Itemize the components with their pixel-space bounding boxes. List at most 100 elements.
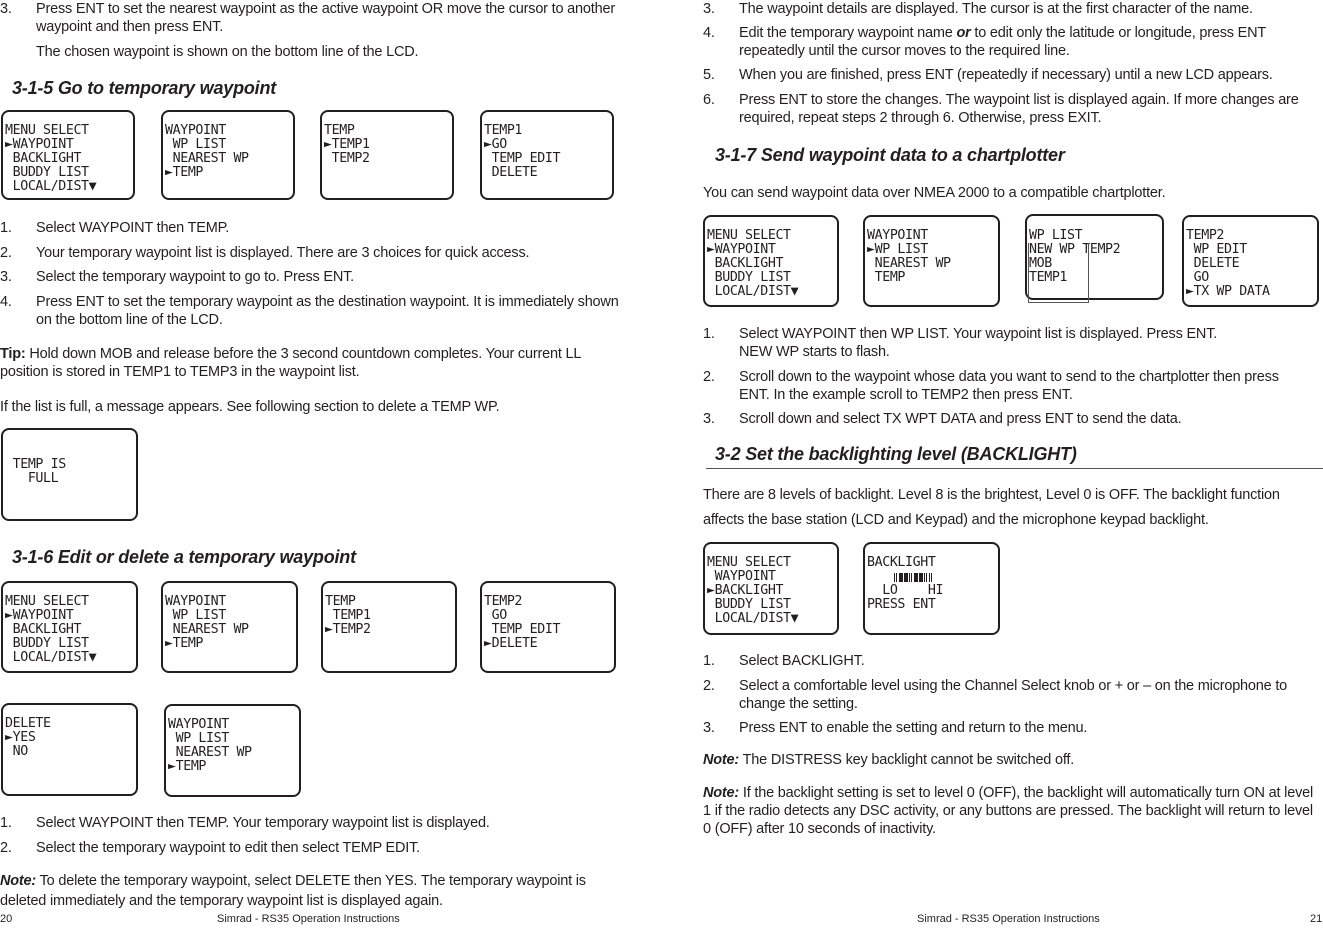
lcd-text: MENU SELECT WAYPOINT ►BACKLIGHT BUDDY LI… [707, 555, 799, 626]
lcd-screen: MENU SELECT ►WAYPOINT BACKLIGHT BUDDY LI… [703, 215, 839, 307]
step-number: 2. [0, 840, 12, 856]
note-text: To delete the temporary waypoint, select… [0, 873, 586, 909]
note-paragraph: Note: To delete the temporary waypoint, … [0, 871, 625, 911]
backlight-segment [919, 573, 923, 582]
step-text: Select WAYPOINT then TEMP. [36, 220, 230, 236]
note-text: If the backlight setting is set to level… [703, 785, 1314, 837]
tip-paragraph: Tip: Hold down MOB and release before th… [0, 345, 625, 381]
lcd-screen: DELETE ►YES NO [1, 703, 138, 796]
section-heading-3-1-5: 3-1-5 Go to temporary waypoint [12, 78, 277, 98]
step-text: Press ENT to set the nearest waypoint as… [36, 1, 615, 35]
step-text: Select BACKLIGHT. [739, 653, 865, 669]
emphasis: or [956, 25, 971, 41]
step-number: 1. [0, 220, 12, 236]
lcd-text: MENU SELECT ►WAYPOINT BACKLIGHT BUDDY LI… [5, 123, 97, 194]
step-number: 1. [703, 326, 715, 342]
step-number: 1. [703, 653, 715, 669]
lcd-screen: TEMP1 ►GO TEMP EDIT DELETE [480, 110, 614, 200]
step-number: 4. [0, 294, 12, 310]
backlight-segment [914, 573, 918, 582]
step-number: 3. [0, 269, 12, 285]
step-text: Select a comfortable level using the Cha… [739, 678, 1288, 712]
step-text-line: NEW WP starts to flash. [739, 344, 890, 360]
footer-title: Simrad - RS35 Operation Instructions [917, 913, 1100, 925]
note-label: Note: [0, 873, 37, 889]
lcd-screen: WAYPOINT WP LIST NEAREST WP ►TEMP [161, 581, 298, 673]
full-list-text: If the list is full, a message appears. … [0, 399, 500, 415]
lcd-text: WAYPOINT WP LIST NEAREST WP ►TEMP [168, 717, 252, 774]
step-number: 3. [703, 1, 715, 17]
page-number: 20 [0, 913, 13, 925]
list-selection-box [1028, 243, 1089, 303]
section-divider [706, 468, 1323, 469]
lcd-screen: WAYPOINT WP LIST NEAREST WP ►TEMP [161, 110, 295, 200]
step-number: 3. [703, 720, 715, 736]
step-text-part: Edit the temporary waypoint name [739, 25, 957, 41]
lcd-screen-temp-full: TEMP IS FULL [1, 428, 138, 521]
step-number: 3. [0, 1, 12, 17]
lcd-screen-wp-list: WP LIST NEW WP TEMP2 MOB TEMP1 [1025, 214, 1164, 303]
step-number: 6. [703, 92, 715, 108]
step-text: Scroll down and select TX WPT DATA and p… [739, 411, 1182, 427]
lcd-text: WAYPOINT WP LIST NEAREST WP ►TEMP [165, 594, 249, 651]
lcd-text: WAYPOINT WP LIST NEAREST WP ►TEMP [165, 123, 249, 180]
step-text: Press ENT to set the temporary waypoint … [36, 294, 619, 328]
footer-title: Simrad - RS35 Operation Instructions [217, 913, 400, 925]
intro-note: The chosen waypoint is shown on the bott… [36, 44, 419, 60]
step-text: Press ENT to enable the setting and retu… [739, 720, 1088, 736]
step-number: 1. [0, 815, 12, 831]
lcd-text: TEMP2 WP EDIT DELETE GO ►TX WP DATA [1186, 228, 1270, 299]
section-heading-3-1-6: 3-1-6 Edit or delete a temporary waypoin… [12, 547, 356, 567]
section-heading-3-2: 3-2 Set the backlighting level (BACKLIGH… [715, 444, 1077, 464]
lcd-text: TEMP TEMP1 ►TEMP2 [325, 594, 371, 637]
lcd-screen: TEMP ►TEMP1 TEMP2 [320, 110, 454, 200]
lcd-text: TEMP ►TEMP1 TEMP2 [324, 123, 370, 166]
lcd-text: TEMP1 ►GO TEMP EDIT DELETE [484, 123, 561, 180]
note-paragraph: Note: The DISTRESS key backlight cannot … [703, 751, 1074, 769]
step-number: 5. [703, 67, 715, 83]
lcd-screen: WAYPOINT WP LIST NEAREST WP ►TEMP [164, 704, 301, 797]
backlight-segment [899, 573, 903, 582]
step-text: Your temporary waypoint list is displaye… [36, 245, 530, 261]
lcd-text: TEMP IS FULL [12, 457, 67, 486]
step-number: 3. [703, 411, 715, 427]
backlight-segment [909, 573, 913, 582]
lcd-text: DELETE ►YES NO [5, 716, 51, 759]
lcd-screen: MENU SELECT ►WAYPOINT BACKLIGHT BUDDY LI… [1, 110, 135, 200]
lcd-screen-backlight: BACKLIGHT LO HI PRESS ENT [863, 542, 1000, 635]
step-text: Select the temporary waypoint to go to. … [36, 269, 355, 285]
step-text: Edit the temporary waypoint name or to e… [739, 24, 1323, 60]
step-text: Select WAYPOINT then TEMP. Your temporar… [36, 815, 490, 831]
step-text-line: Select WAYPOINT then WP LIST. Your waypo… [739, 326, 1218, 342]
lcd-screen: TEMP2 WP EDIT DELETE GO ►TX WP DATA [1182, 215, 1319, 307]
page-number: 21 [1310, 913, 1323, 925]
step-number: 4. [703, 25, 715, 41]
backlight-segment [894, 573, 898, 582]
lcd-text: MENU SELECT ►WAYPOINT BACKLIGHT BUDDY LI… [5, 594, 97, 665]
section-intro-line: There are 8 levels of backlight. Level 8… [703, 487, 1280, 503]
tip-label: Tip: [0, 346, 26, 362]
step-text: The waypoint details are displayed. The … [739, 1, 1253, 17]
lcd-screen: TEMP2 GO TEMP EDIT ►DELETE [480, 581, 616, 673]
note-paragraph: Note: If the backlight setting is set to… [703, 784, 1315, 838]
lcd-screen: WAYPOINT ►WP LIST NEAREST WP TEMP [863, 215, 1000, 307]
step-number: 2. [703, 678, 715, 694]
step-text: Scroll down to the waypoint whose data y… [739, 369, 1279, 403]
note-label: Note: [703, 785, 740, 801]
section-heading-3-1-7: 3-1-7 Send waypoint data to a chartplott… [715, 145, 1065, 165]
backlight-segment [929, 573, 933, 582]
step-text: Select WAYPOINT then WP LIST. Your waypo… [739, 325, 1323, 361]
lcd-text: MENU SELECT ►WAYPOINT BACKLIGHT BUDDY LI… [707, 228, 799, 299]
note-text: The DISTRESS key backlight cannot be swi… [739, 752, 1075, 768]
step-text: When you are finished, press ENT (repeat… [739, 67, 1273, 83]
lcd-screen: TEMP TEMP1 ►TEMP2 [321, 581, 457, 673]
lcd-screen: MENU SELECT WAYPOINT ►BACKLIGHT BUDDY LI… [703, 542, 839, 635]
backlight-level-bar [894, 569, 934, 587]
section-intro-line: affects the base station (LCD and Keypad… [703, 512, 1209, 528]
tip-text: Hold down MOB and release before the 3 s… [0, 346, 581, 380]
lcd-text: WAYPOINT ►WP LIST NEAREST WP TEMP [867, 228, 951, 285]
backlight-segment [924, 573, 928, 582]
note-label: Note: [703, 752, 740, 768]
step-text: Select the temporary waypoint to edit th… [36, 840, 420, 856]
backlight-segment [904, 573, 908, 582]
